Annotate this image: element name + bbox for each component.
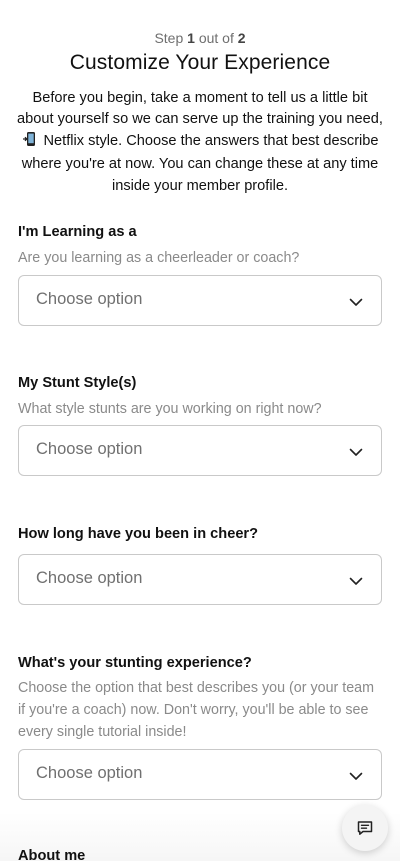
step-indicator: Step 1 out of 2 xyxy=(154,30,246,46)
chevron-down-icon xyxy=(349,772,363,780)
select-placeholder: Choose option xyxy=(36,440,143,458)
stunt-style-select[interactable]: Choose option xyxy=(18,425,382,476)
select-placeholder: Choose option xyxy=(36,290,143,308)
question-label-stunting-experience: What's your stunting experience? xyxy=(18,655,252,671)
question-label-about-me: About me xyxy=(18,848,86,861)
question-help-stunting-experience: Choose the option that best describes yo… xyxy=(18,680,375,740)
question-label-learning-as: I'm Learning as a xyxy=(18,224,137,240)
intro-text: Before you begin, take a moment to tell … xyxy=(17,90,383,194)
page-title: Customize Your Experience xyxy=(69,51,331,74)
chat-bubble-icon xyxy=(357,821,373,835)
select-placeholder: Choose option xyxy=(36,764,143,782)
chevron-down-icon xyxy=(349,298,363,306)
chevron-down-icon xyxy=(349,448,363,456)
select-placeholder: Choose option xyxy=(36,569,143,587)
chevron-down-icon xyxy=(349,577,363,585)
stunting-experience-select[interactable]: Choose option xyxy=(18,749,382,800)
cheer-duration-select[interactable]: Choose option xyxy=(18,554,382,605)
mobile-phone-icon xyxy=(22,131,38,154)
chat-button[interactable] xyxy=(342,805,388,851)
question-label-stunt-style: My Stunt Style(s) xyxy=(18,375,137,391)
question-label-cheer-duration: How long have you been in cheer? xyxy=(18,526,259,542)
learning-as-select[interactable]: Choose option xyxy=(18,275,382,326)
question-help-stunt-style: What style stunts are you working on rig… xyxy=(18,401,322,417)
question-help-learning-as: Are you learning as a cheerleader or coa… xyxy=(18,250,300,266)
